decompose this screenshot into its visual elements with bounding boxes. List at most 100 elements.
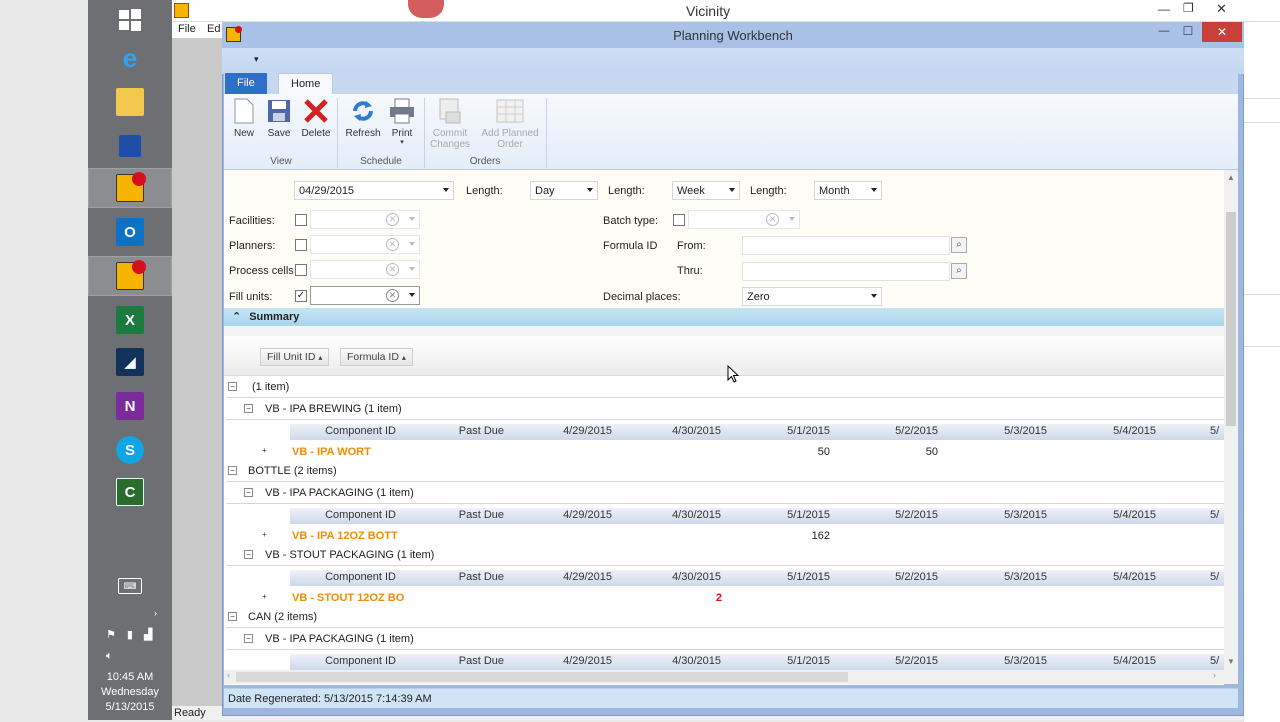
qat-customize-icon[interactable]: ▾ [254, 54, 259, 65]
process-cells-checkbox[interactable] [295, 264, 307, 276]
print-dropdown-icon[interactable]: ▾ [387, 139, 417, 147]
fill-units-select[interactable]: ✕ [310, 286, 420, 305]
scroll-down-icon[interactable]: ▼ [1227, 657, 1235, 666]
refresh-button[interactable]: Refresh [344, 96, 382, 139]
col-date[interactable]: 4/30/2015 [616, 571, 721, 583]
delete-button[interactable]: Delete [299, 96, 333, 139]
group-row[interactable]: − VB - IPA PACKAGING (1 item) [226, 484, 1224, 504]
col-date[interactable]: 5/3/2015 [942, 571, 1047, 583]
batch-type-checkbox[interactable] [673, 214, 685, 226]
maximize-button[interactable]: ☐ [1178, 24, 1198, 38]
close-button[interactable]: ✕ [1202, 22, 1242, 42]
col-date[interactable]: 5/1/2015 [726, 571, 830, 583]
save-button[interactable]: Save [264, 96, 294, 139]
formula-from-search-icon[interactable]: ⌕ [951, 237, 967, 253]
col-date[interactable]: 5/2/2015 [834, 655, 938, 667]
col-date[interactable]: 5/1/2015 [726, 509, 830, 521]
planners-checkbox[interactable] [295, 239, 307, 251]
clock-time[interactable]: 10:45 AM [88, 670, 172, 685]
col-date[interactable]: 5/4/2015 [1050, 425, 1156, 437]
print-button[interactable]: Print ▾ [387, 96, 417, 147]
col-past-due[interactable]: Past Due [400, 655, 504, 667]
tray-expand-icon[interactable]: › [154, 608, 157, 618]
taskbar-vicinity-active[interactable] [88, 168, 172, 208]
col-date[interactable]: 4/30/2015 [616, 655, 721, 667]
col-date[interactable]: 5/4/2015 [1050, 571, 1156, 583]
col-date[interactable]: 5/ [1210, 571, 1224, 583]
taskbar-onenote[interactable]: N [88, 386, 172, 426]
formula-thru-input[interactable] [742, 262, 950, 281]
formula-thru-search-icon[interactable]: ⌕ [951, 263, 967, 279]
col-component-id[interactable]: Component ID [290, 655, 396, 667]
fill-units-checkbox[interactable]: ✓ [295, 290, 307, 302]
col-past-due[interactable]: Past Due [400, 425, 504, 437]
taskbar-outlook[interactable]: O [88, 212, 172, 252]
col-date[interactable]: 5/ [1210, 509, 1224, 521]
facilities-checkbox[interactable] [295, 214, 307, 226]
col-component-id[interactable]: Component ID [290, 425, 396, 437]
bg-close-button[interactable]: ✕ [1216, 1, 1227, 17]
col-date[interactable]: 5/1/2015 [726, 655, 830, 667]
taskbar-vicinity-2[interactable] [88, 256, 172, 296]
collapse-icon[interactable]: − [244, 550, 253, 559]
decimal-places-select[interactable]: Zero [742, 287, 882, 306]
col-date[interactable]: 5/2/2015 [834, 571, 938, 583]
collapse-icon[interactable]: − [244, 404, 253, 413]
clear-icon[interactable]: ✕ [386, 289, 399, 302]
vertical-scroll-thumb[interactable] [1226, 212, 1236, 426]
summary-header[interactable]: ⌃ Summary [224, 308, 1224, 326]
collapse-icon[interactable]: − [244, 488, 253, 497]
col-date[interactable]: 5/3/2015 [942, 509, 1047, 521]
collapse-icon[interactable]: − [244, 634, 253, 643]
clear-icon[interactable]: ✕ [386, 238, 399, 251]
taskbar-excel[interactable]: X [88, 300, 172, 340]
volume-icon[interactable]: 🔈︎ [106, 650, 113, 663]
table-row[interactable]: + VB - STOUT 12OZ BO 2 [226, 590, 1224, 608]
collapse-icon[interactable]: − [228, 466, 237, 475]
col-component-id[interactable]: Component ID [290, 571, 396, 583]
col-date[interactable]: 4/30/2015 [616, 509, 721, 521]
group-row[interactable]: − VB - STOUT PACKAGING (1 item) [226, 546, 1224, 566]
minimize-button[interactable]: — [1154, 25, 1174, 37]
tab-file[interactable]: File [225, 73, 267, 95]
collapse-icon[interactable]: − [228, 612, 237, 621]
expand-icon[interactable]: + [260, 447, 269, 456]
taskbar-remote-desktop[interactable] [88, 126, 172, 166]
col-date[interactable]: 5/ [1210, 425, 1224, 437]
col-date[interactable]: 5/4/2015 [1050, 655, 1156, 667]
col-date[interactable]: 5/4/2015 [1050, 509, 1156, 521]
group-row[interactable]: − (1 item) [226, 378, 1224, 398]
collapse-icon[interactable]: ⌃ [232, 311, 241, 323]
collapse-icon[interactable]: − [228, 382, 237, 391]
start-button[interactable] [88, 0, 172, 40]
start-date-picker[interactable]: 04/29/2015 [294, 181, 454, 200]
process-cells-select[interactable]: ✕ [310, 260, 420, 279]
taskbar-internet-explorer[interactable]: e [88, 38, 172, 78]
bg-minimize-button[interactable]: — [1158, 2, 1170, 16]
group-row[interactable]: − VB - IPA BREWING (1 item) [226, 400, 1224, 420]
col-component-id[interactable]: Component ID [290, 509, 396, 521]
col-past-due[interactable]: Past Due [400, 571, 504, 583]
table-row[interactable]: + VB - IPA WORT 50 50 [226, 444, 1224, 462]
group-chip-formula[interactable]: Formula ID ▴ [340, 348, 413, 366]
length-day-select[interactable]: Day [530, 181, 598, 200]
formula-from-input[interactable] [742, 236, 950, 255]
col-date[interactable]: 5/3/2015 [942, 425, 1047, 437]
table-row[interactable]: + VB - IPA 12OZ BOTT 162 [226, 528, 1224, 546]
col-past-due[interactable]: Past Due [400, 509, 504, 521]
taskbar-camtasia[interactable]: C [88, 472, 172, 512]
group-row[interactable]: − CAN (2 items) [226, 608, 1224, 628]
col-date[interactable]: 5/2/2015 [834, 425, 938, 437]
horizontal-scroll-thumb[interactable] [236, 672, 848, 682]
tray-icons[interactable]: ⚑ ▮ ▟ [106, 628, 157, 641]
commit-changes-button[interactable]: Commit Changes [426, 96, 474, 150]
taskbar-keyboard[interactable]: ⌨ [88, 566, 172, 606]
length-month-select[interactable]: Month [814, 181, 882, 200]
col-date[interactable]: 5/1/2015 [726, 425, 830, 437]
col-date[interactable]: 5/3/2015 [942, 655, 1047, 667]
taskbar-file-explorer[interactable] [88, 82, 172, 122]
batch-type-select[interactable]: ✕ [688, 210, 800, 229]
col-date[interactable]: 4/29/2015 [508, 509, 612, 521]
expand-icon[interactable]: + [260, 531, 269, 540]
add-planned-order-button[interactable]: Add Planned Order [478, 96, 542, 150]
